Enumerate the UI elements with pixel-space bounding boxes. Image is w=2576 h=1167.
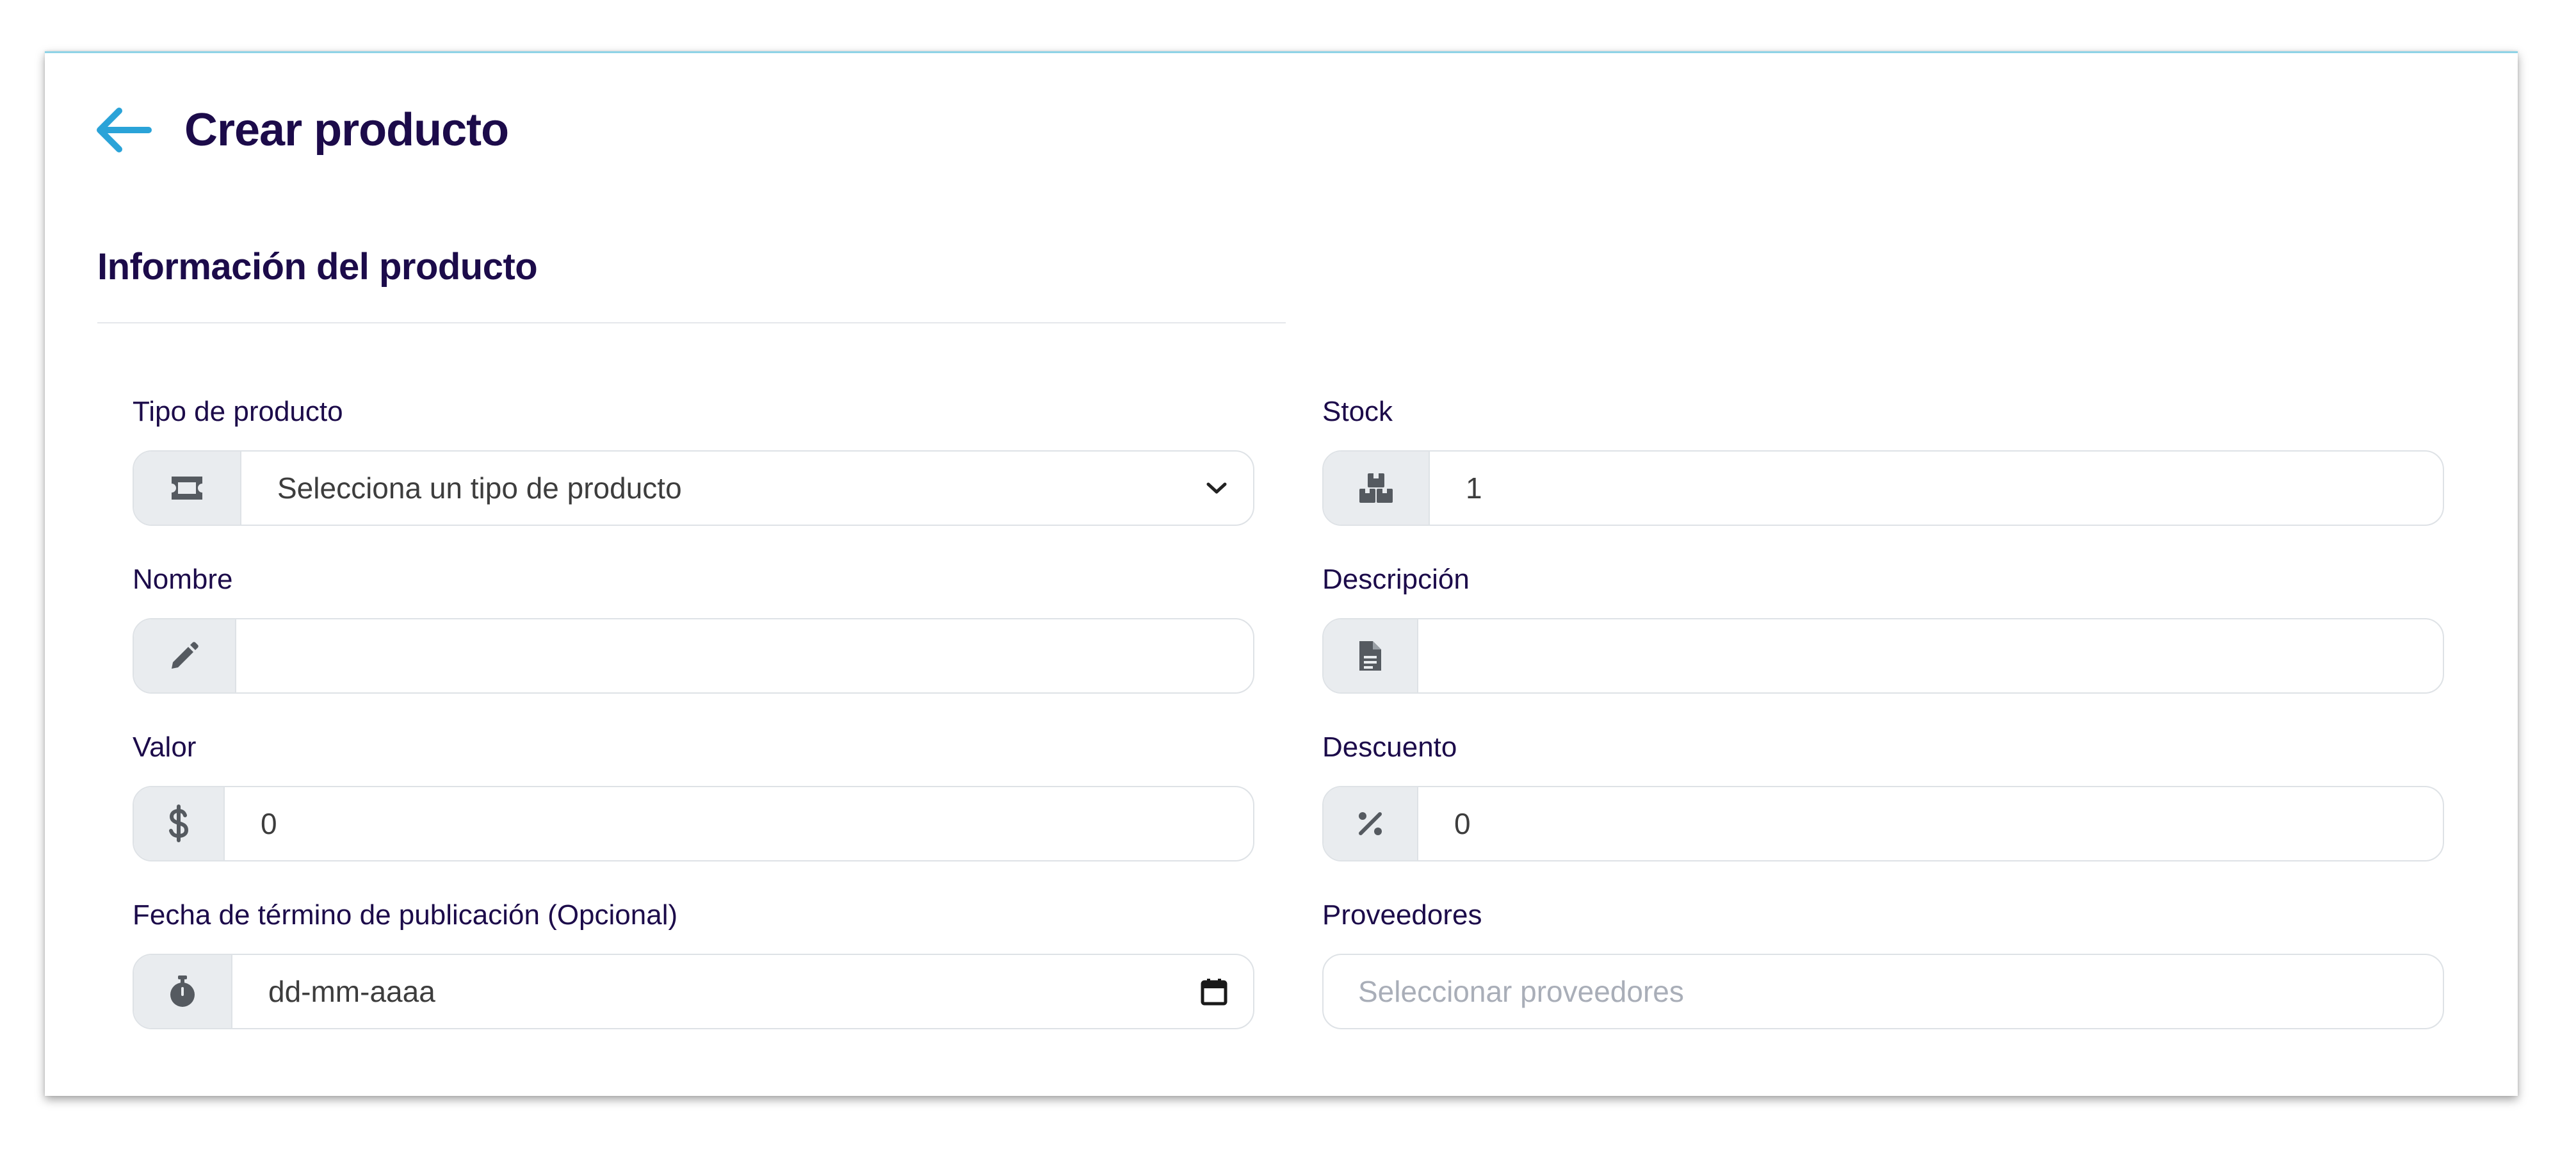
price-label: Valor [133, 731, 197, 763]
end-date-field: Fecha de término de publicación (Opciona… [133, 896, 1254, 1029]
stock-input[interactable]: 1 [1430, 452, 2443, 525]
arrow-left-icon [97, 108, 152, 152]
stock-input-group: 1 [1322, 450, 2444, 526]
price-addon [134, 787, 225, 860]
stock-field: Stock 1 [1322, 393, 2444, 526]
name-field: Nombre [133, 560, 1254, 694]
discount-addon [1324, 787, 1418, 860]
description-input[interactable] [1418, 619, 2443, 692]
end-date-input[interactable]: dd-mm-aaaa [232, 955, 1253, 1028]
discount-label: Descuento [1322, 731, 1457, 763]
product-type-selected: Selecciona un tipo de producto [277, 471, 682, 505]
discount-input[interactable]: 0 [1418, 787, 2443, 860]
end-date-addon [134, 955, 232, 1028]
discount-input-group: 0 [1322, 786, 2444, 861]
name-label: Nombre [133, 564, 233, 595]
end-date-label: Fecha de término de publicación (Opciona… [133, 899, 678, 931]
percent-icon [1359, 812, 1382, 835]
chevron-down-icon [1206, 481, 1227, 495]
product-type-select[interactable]: Selecciona un tipo de producto [133, 450, 1254, 526]
stock-label: Stock [1322, 396, 1393, 427]
suppliers-field: Proveedores Seleccionar proveedores [1322, 896, 2444, 1029]
file-icon [1359, 641, 1381, 671]
price-input[interactable]: 0 [225, 787, 1253, 860]
description-field: Descripción [1322, 560, 2444, 694]
price-input-group: 0 [133, 786, 1254, 861]
suppliers-input-area[interactable]: Seleccionar proveedores [1324, 955, 2443, 1028]
product-type-value-area[interactable]: Selecciona un tipo de producto [241, 452, 1253, 525]
suppliers-label: Proveedores [1322, 899, 1482, 931]
page-header: Crear producto [96, 92, 509, 168]
product-type-field: Tipo de producto Selecciona un tipo de p… [133, 393, 1254, 526]
end-date-input-group: dd-mm-aaaa [133, 954, 1254, 1029]
pencil-icon [172, 642, 198, 669]
end-date-placeholder: dd-mm-aaaa [268, 975, 435, 1008]
description-input-group [1322, 618, 2444, 694]
suppliers-placeholder: Seleccionar proveedores [1358, 975, 1684, 1008]
product-form-card: Crear producto Información del producto … [45, 51, 2518, 1096]
page-title: Crear producto [184, 104, 509, 156]
name-input-group [133, 618, 1254, 694]
calendar-icon[interactable] [1201, 977, 1227, 1006]
name-addon [134, 619, 236, 692]
stopwatch-icon [170, 975, 195, 1007]
ticket-icon [172, 477, 202, 500]
back-button[interactable] [91, 98, 155, 162]
discount-field: Descuento 0 [1322, 728, 2444, 861]
dollar-icon [169, 804, 189, 842]
suppliers-multiselect[interactable]: Seleccionar proveedores [1322, 954, 2444, 1029]
product-type-label: Tipo de producto [133, 396, 343, 427]
price-field: Valor 0 [133, 728, 1254, 861]
section-divider [97, 322, 1286, 323]
description-addon [1324, 619, 1418, 692]
stock-addon [1324, 452, 1430, 525]
section-title: Información del producto [97, 246, 538, 288]
boxes-icon [1359, 473, 1393, 503]
description-label: Descripción [1322, 564, 1470, 595]
product-type-addon [134, 452, 241, 525]
name-input[interactable] [236, 619, 1253, 692]
